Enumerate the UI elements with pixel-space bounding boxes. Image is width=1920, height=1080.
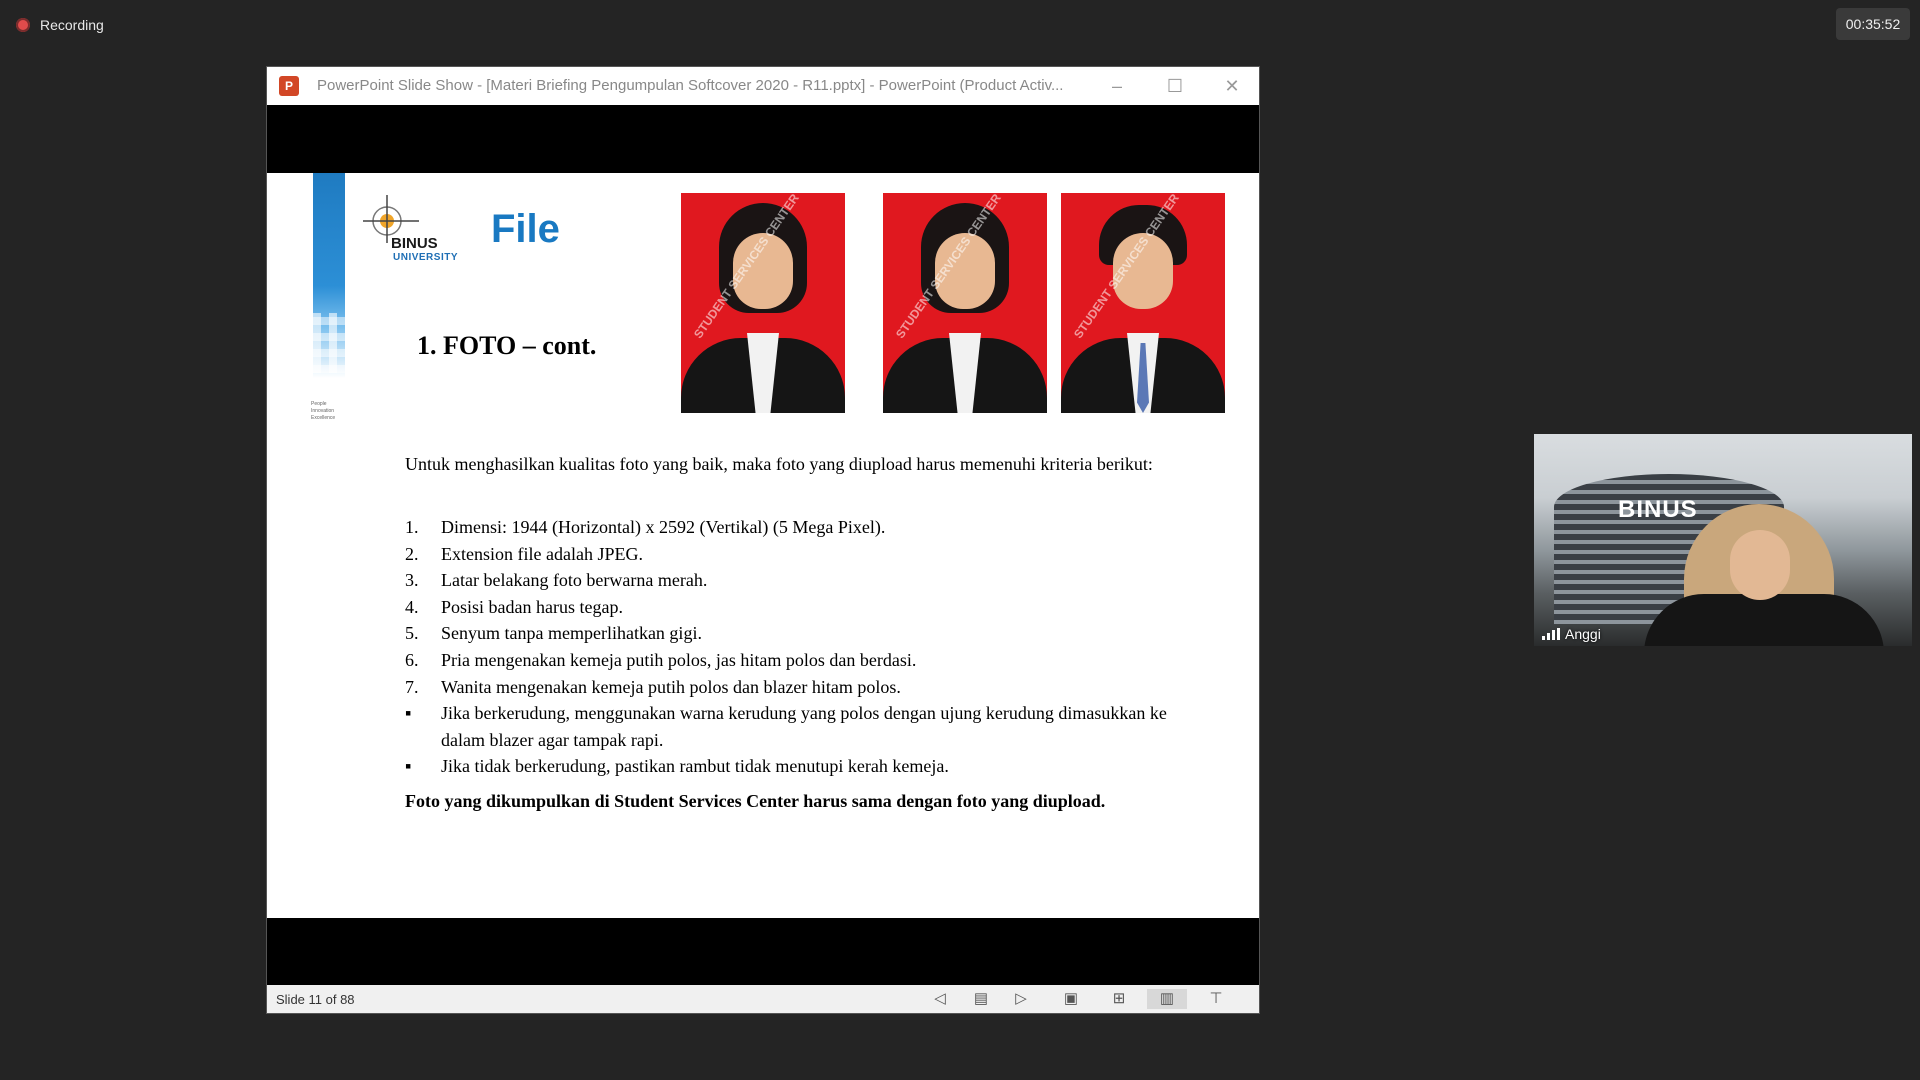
recording-icon [16,18,30,32]
list-item: 6. Pria mengenakan kemeja putih polos, ja… [405,649,917,670]
participant-name-tag: Anggi [1542,626,1601,642]
list-item: 7. Wanita mengenakan kemeja putih polos d… [405,676,901,697]
list-item: ▪ Jika berkerudung, menggunakan warna ker… [405,703,1167,750]
binus-logo: BINUS UNIVERSITY [363,195,463,265]
sample-photo-woman: STUDENT SERVICES CENTER [883,193,1047,413]
list-item: ▪ Jika tidak berkerudung, pastikan rambut… [405,756,949,777]
background-brand-text: BINUS [1618,496,1698,523]
sample-photo-man: STUDENT SERVICES CENTER [1061,193,1225,413]
normal-view-icon[interactable]: ▣ [1060,989,1082,1009]
list-item: 3. Latar belakang foto berwarna merah. [405,570,708,591]
signal-strength-icon [1542,628,1560,640]
slide-canvas[interactable]: People Innovation Excellence BINUS UNIVE… [267,173,1259,918]
list-item: 1. Dimensi: 1944 (Horizontal) x 2592 (Ver… [405,517,886,537]
window-title-bar: P PowerPoint Slide Show - [Materi Briefi… [267,67,1259,105]
slide-title: File [491,207,560,251]
slide-subtitle: 1. FOTO – cont. [417,331,597,360]
list-item: 4. Posisi badan harus tegap. [405,596,623,617]
photo-criteria-list: 1. Dimensi: 1944 (Horizontal) x 2592 (Ver… [405,514,1205,780]
window-title: PowerPoint Slide Show - [Materi Briefing… [317,77,1064,94]
participant-face [1730,530,1790,600]
next-slide-icon[interactable]: ▷ [1010,989,1032,1009]
intro-paragraph: Untuk menghasilkan kualitas foto yang ba… [405,454,1153,474]
maximize-button[interactable]: ☐ [1146,67,1204,105]
slide-sorter-icon[interactable]: ⊞ [1108,989,1130,1009]
powerpoint-window: P PowerPoint Slide Show - [Materi Briefi… [266,66,1260,1014]
list-item: 5. Senyum tanpa memperlihatkan gigi. [405,623,702,644]
slide-accent-bar [313,173,345,378]
sample-photo-hijab: STUDENT SERVICES CENTER [681,193,845,413]
participant-name: Anggi [1565,626,1601,642]
slide-counter: Slide 11 of 88 [276,992,355,1007]
recording-indicator: Recording [16,14,104,36]
previous-slide-icon[interactable]: ◁ [929,989,951,1009]
reading-view-icon[interactable]: ▥ [1147,989,1187,1009]
list-item: 2. Extension file adalah JPEG. [405,543,643,564]
powerpoint-app-icon: P [279,76,299,96]
recording-label: Recording [40,17,104,33]
slideshow-icon[interactable]: ⊤ [1205,989,1227,1009]
university-tagline: People Innovation Excellence [311,401,336,421]
logo-text-binus: BINUS [391,235,438,252]
close-button[interactable]: ✕ [1203,67,1261,105]
notes-icon[interactable]: ▤ [970,989,992,1009]
closing-note: Foto yang dikumpulkan di Student Service… [405,791,1106,811]
logo-text-university: UNIVERSITY [393,252,459,263]
meeting-timer: 00:35:52 [1836,8,1910,40]
participant-video-tile[interactable]: BINUS Anggi [1534,434,1912,646]
minimize-button[interactable]: – [1088,67,1146,105]
slideshow-status-bar: Slide 11 of 88 ◁ ▤ ▷ ▣ ⊞ ▥ ⊤ [267,985,1259,1013]
